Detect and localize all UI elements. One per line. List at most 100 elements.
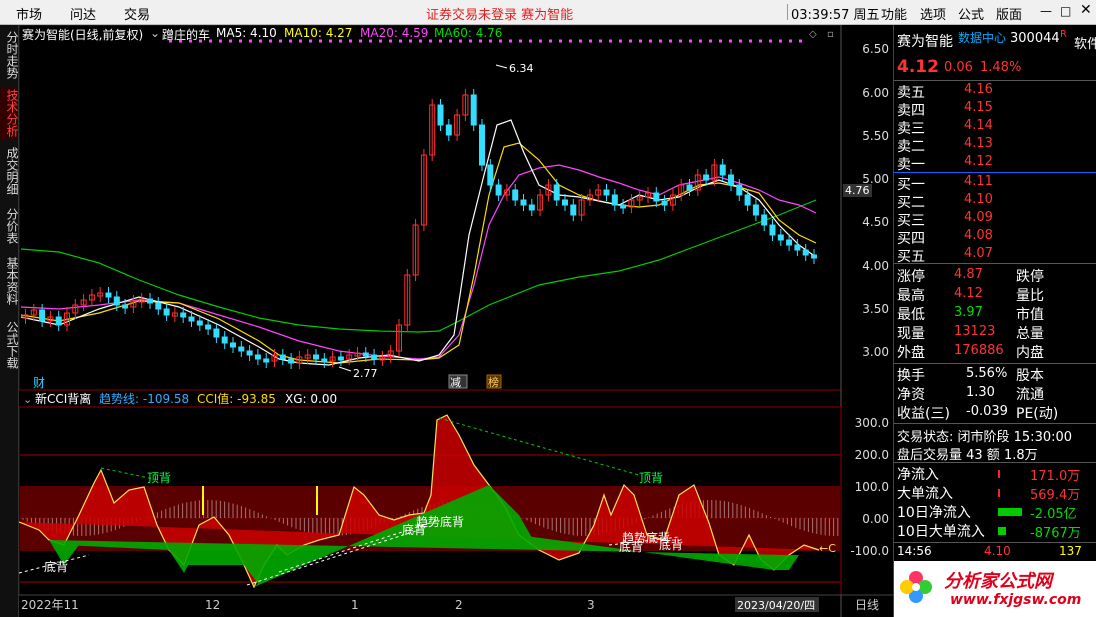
ask-price: 4.13 — [964, 136, 993, 151]
tab-fundamentals[interactable]: 基本资料 — [0, 255, 19, 307]
price-tick-400: 4.00 — [862, 259, 889, 273]
candle-body — [520, 199, 527, 206]
stat-label: 内盘 — [1016, 345, 1044, 361]
candle-body — [487, 164, 494, 186]
clock: 03:39:57 周五 — [787, 4, 880, 23]
stat-value: 4.12 — [954, 286, 983, 301]
high-pointer — [495, 64, 508, 69]
price-tick-300: 3.00 — [862, 345, 889, 359]
tab-trade-detail[interactable]: 成交明细 — [0, 145, 19, 197]
candle-body — [744, 194, 751, 206]
cci-title: 新CCI背离 — [35, 391, 91, 406]
stat-label: 股本 — [1016, 368, 1044, 384]
price-tick-650: 6.50 — [862, 42, 889, 56]
candle-body — [603, 189, 610, 196]
flow-label: 大单流入 — [897, 486, 953, 502]
candle-body — [703, 174, 710, 181]
flow-label: 净流入 — [897, 467, 939, 483]
stock-name: 赛为智能 — [897, 34, 953, 50]
date-cursor: 2023/04/20/四 — [737, 599, 815, 612]
stat-label: 涨停 — [897, 269, 925, 285]
ask-price: 4.12 — [964, 154, 993, 169]
cci-dropdown-icon: ⌄ — [23, 393, 32, 406]
candle-body — [147, 298, 153, 304]
tab-formula-download[interactable]: 公式下载 — [0, 315, 19, 375]
candle-body — [653, 192, 660, 202]
menu-market[interactable]: 市场 — [16, 4, 42, 23]
candle-body — [811, 254, 817, 259]
candle-body — [213, 328, 220, 338]
candle-body — [802, 249, 809, 256]
menu-function[interactable]: 功能 — [881, 4, 907, 23]
left-tab-bar: 分时走势 技术分析 成交明细 分价表 基本资料 公式下载 — [0, 25, 19, 617]
candle-body — [263, 358, 270, 363]
stat-value: 3.97 — [954, 305, 983, 320]
cci-xg-label: XG: 0.00 — [285, 392, 337, 406]
cci-end-arrow: ←C — [819, 542, 836, 555]
high-label: 6.34 — [509, 62, 534, 75]
candle-body — [479, 124, 485, 166]
flow-value: -2.05亿 — [1030, 507, 1077, 522]
data-center-link[interactable]: 数据中心 — [958, 29, 1006, 46]
ask-label: 卖二 — [897, 139, 925, 155]
price-change: 0.06 — [944, 60, 973, 75]
tick-price: 4.10 — [984, 544, 1011, 558]
stat-label: 现量 — [897, 326, 925, 342]
bid-price: 4.10 — [964, 192, 993, 207]
period-label: 日线 — [855, 598, 879, 612]
candle-body — [39, 309, 46, 322]
candle-body — [736, 184, 743, 196]
stat-label: 换手 — [897, 368, 925, 384]
candle-body — [163, 308, 170, 316]
menu-formula[interactable]: 公式 — [958, 4, 984, 23]
candle-body — [470, 94, 477, 126]
candle-body — [752, 204, 759, 216]
flow-label: 10日大单流入 — [897, 524, 985, 540]
stat-value: 13123 — [954, 324, 996, 339]
candle-body — [528, 204, 535, 211]
restore-icon[interactable]: □ — [1060, 4, 1071, 18]
candle-body — [794, 244, 801, 251]
minimize-icon[interactable]: — — [1040, 4, 1052, 18]
menu-layout[interactable]: 版面 — [996, 4, 1022, 23]
ask-price: 4.14 — [964, 118, 993, 133]
flow-value: -8767万 — [1030, 526, 1081, 541]
candle-body — [188, 316, 195, 322]
candle-body — [562, 199, 568, 206]
watermark: 分析家公式网 www.fxjgsw.com — [894, 561, 1096, 617]
stat-label: 流通 — [1016, 387, 1044, 403]
tab-technical[interactable]: 技术分析 — [0, 87, 19, 139]
tab-intraday[interactable]: 分时走势 — [0, 29, 19, 81]
stat-label: PE(动) — [1016, 406, 1059, 422]
menu-options[interactable]: 选项 — [920, 4, 946, 23]
chart-settings-icon: ▫ — [827, 29, 834, 40]
chart-canvas[interactable]: 6.34 2.77 财 减 榜 ◇ ▫ ⌄ 新CCI背离 趋势线: -109.5… — [19, 25, 893, 617]
flow-bar — [998, 470, 1000, 478]
candle-body — [495, 184, 502, 196]
date-tick-3: 2 — [455, 598, 463, 612]
candle-body — [105, 292, 112, 298]
candle-body — [769, 224, 776, 236]
stat-value: 5.56% — [966, 366, 1008, 381]
cci-tick-neg100: -100.0 — [850, 544, 889, 558]
bid-price: 4.08 — [964, 228, 993, 243]
candle-body — [728, 174, 734, 186]
bid-label: 买五 — [897, 249, 925, 265]
tab-price-table[interactable]: 分价表 — [0, 205, 19, 247]
soft-label[interactable]: 软件 — [1074, 33, 1096, 52]
ask-price: 4.15 — [964, 100, 993, 115]
candle-body — [437, 104, 444, 126]
flow-bar — [998, 489, 1000, 497]
date-tick-1: 12 — [205, 598, 220, 612]
ask-label: 卖一 — [897, 157, 925, 173]
menu-wenda[interactable]: 问达 — [70, 4, 96, 23]
menu-trade[interactable]: 交易 — [124, 4, 150, 23]
candle-body — [321, 358, 328, 363]
candle-body — [230, 342, 236, 348]
stat-value: -0.039 — [966, 404, 1008, 419]
tag-jian: 减 — [450, 376, 461, 389]
ask-label: 卖四 — [897, 103, 925, 119]
login-notice[interactable]: 证券交易未登录 赛为智能 — [426, 4, 573, 23]
candle-body — [445, 124, 452, 136]
close-icon[interactable]: ✕ — [1080, 2, 1092, 18]
